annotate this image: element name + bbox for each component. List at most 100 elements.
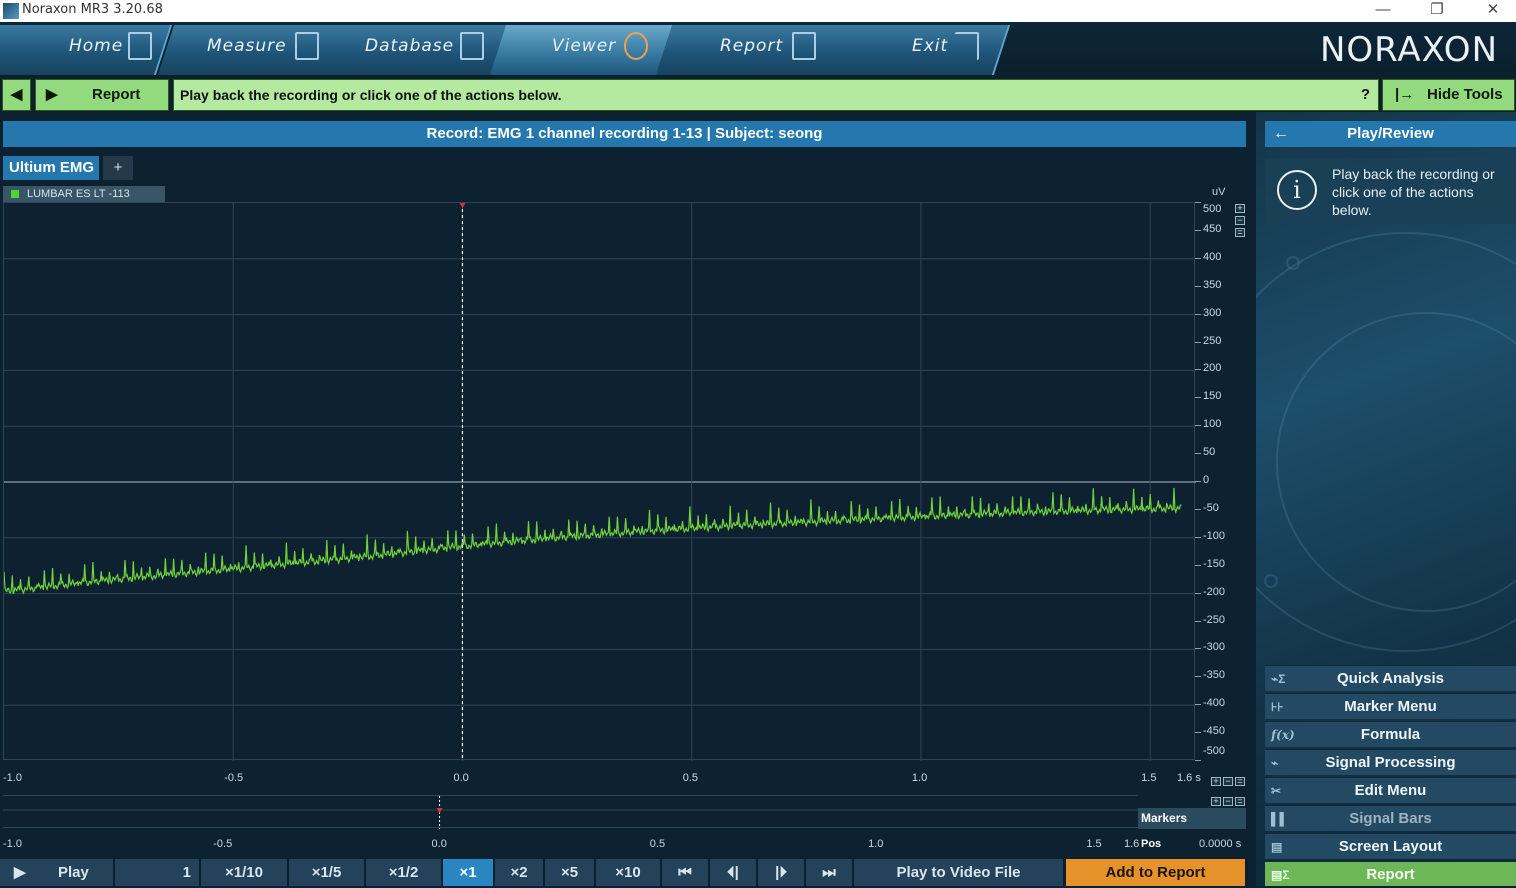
y-tick-mark (1195, 257, 1201, 259)
y-tick-mark (1195, 481, 1201, 482)
step-forward-icon[interactable]: |⏵ (758, 859, 805, 886)
channel-label[interactable]: LUMBAR ES LT -113 (3, 186, 165, 202)
y-tick-label: -450 (1203, 725, 1226, 738)
speed-1x-button[interactable]: ×1 (443, 859, 494, 886)
emg-signal-line (4, 487, 1182, 595)
marker-x-end-label: 1.6 (1124, 838, 1140, 850)
speed-10x-button[interactable]: ×10 (596, 859, 661, 886)
y-tick-mark (1195, 648, 1201, 650)
y-tick-label: -250 (1203, 613, 1226, 626)
nav-label-database: Database (365, 36, 455, 56)
play-label: Play (58, 864, 89, 881)
play-button[interactable]: ▶ Play (0, 859, 114, 886)
minimize-button[interactable]: — (1360, 0, 1406, 22)
info-box: i Play back the recording or click one o… (1265, 158, 1516, 224)
signal-bars-button[interactable]: ▌▌ Signal Bars (1265, 805, 1516, 831)
window-title: Noraxon MR3 3.20.68 (22, 2, 163, 17)
nav-label-viewer: Viewer (552, 36, 617, 56)
restore-button[interactable]: ❐ (1414, 0, 1460, 22)
exit-icon (955, 32, 979, 60)
frame-counter[interactable]: 1 (115, 859, 200, 886)
back-arrow-icon[interactable]: ← (1273, 121, 1289, 147)
x-end-label: 1.6 s (1177, 772, 1201, 784)
tab-ultium-emg[interactable]: Ultium EMG (3, 156, 99, 180)
y-tick-label: -200 (1203, 585, 1226, 598)
y-tick-mark (1195, 732, 1201, 734)
report-action-icon: ▤Σ (1271, 868, 1290, 882)
y-tick-mark (1195, 229, 1201, 231)
measure-icon (295, 32, 319, 60)
screen-layout-label: Screen Layout (1338, 838, 1443, 855)
y-zoom-in-button[interactable]: + (1235, 204, 1245, 213)
report-step-label: Report (92, 86, 141, 103)
edit-menu-label: Edit Menu (1354, 782, 1427, 799)
previous-step-button[interactable]: ◀ (2, 79, 31, 111)
emg-plot-area[interactable] (3, 202, 1196, 761)
y-tick-label: 0 (1203, 474, 1210, 486)
y-tick-mark (1195, 369, 1201, 371)
x-tick-label: -1.0 (3, 772, 22, 784)
step-back-icon[interactable]: ⏴| (710, 859, 757, 886)
y-zoom-fit-button[interactable]: = (1235, 228, 1245, 237)
quick-analysis-icon: ⌁Σ (1271, 672, 1286, 686)
marker-timeline[interactable] (3, 795, 1138, 829)
quick-analysis-button[interactable]: ⌁Σ Quick Analysis (1265, 665, 1516, 691)
y-zoom-out-button[interactable]: − (1235, 216, 1245, 225)
signal-processing-label: Signal Processing (1325, 754, 1456, 771)
y-axis-unit: uV (1212, 186, 1226, 198)
hide-tools-button[interactable]: |→ Hide Tools (1382, 79, 1515, 111)
marker-zoom-fit-button[interactable]: = (1235, 797, 1245, 806)
hide-tools-icon: |→ (1395, 86, 1415, 103)
app-logo-icon (3, 3, 19, 19)
speed-2x-button[interactable]: ×2 (495, 859, 544, 886)
y-tick-mark (1195, 620, 1201, 622)
speed-5x-button[interactable]: ×5 (545, 859, 595, 886)
marker-x-axis: Pos 0.0000 s -1.0 -0.5 0.0 0.5 1.0 1.5 1.6 (3, 838, 1243, 854)
x-zoom-out-button[interactable]: − (1223, 777, 1233, 786)
x-tick-label: 0.5 (682, 772, 698, 784)
marker-zoom-in-button[interactable]: + (1211, 797, 1221, 806)
skip-to-start-icon[interactable]: ⏮ (662, 859, 709, 886)
close-button[interactable]: ✕ (1470, 0, 1516, 22)
y-tick-label: -400 (1203, 697, 1226, 710)
marker-menu-button[interactable]: ⊦⊦ Marker Menu (1265, 693, 1516, 719)
signal-processing-button[interactable]: ⌁ Signal Processing (1265, 749, 1516, 775)
y-tick-mark (1195, 760, 1201, 761)
channel-name: LUMBAR ES LT -113 (27, 188, 130, 200)
add-tab-button[interactable]: + (103, 156, 133, 180)
x-zoom-fit-button[interactable]: = (1235, 777, 1245, 786)
x-zoom-in-button[interactable]: + (1211, 777, 1221, 786)
y-tick-label: 500 (1203, 203, 1222, 215)
y-tick-label: -50 (1203, 501, 1219, 514)
help-button[interactable]: ? (1361, 80, 1370, 110)
report-step-button[interactable]: ▶ Report (35, 79, 169, 111)
y-tick-label: -100 (1203, 529, 1226, 542)
brand-logo: NORAXON (1319, 30, 1498, 70)
report-button[interactable]: ▤Σ Report (1265, 861, 1516, 886)
edit-menu-button[interactable]: ✂ Edit Menu (1265, 777, 1516, 803)
speed-1-5-button[interactable]: ×1/5 (289, 859, 365, 886)
panel-title-text: Play/Review (1347, 125, 1434, 142)
position-label: Pos (1141, 838, 1162, 850)
marker-timeline-svg (3, 796, 1138, 829)
y-tick-label: 150 (1203, 390, 1222, 403)
speed-1-10-button[interactable]: ×1/10 (201, 859, 288, 886)
speed-1-2-button[interactable]: ×1/2 (366, 859, 442, 886)
formula-button[interactable]: f(x) Formula (1265, 721, 1516, 747)
y-tick-label: 450 (1203, 222, 1222, 235)
next-step-icon: ▶ (46, 86, 58, 103)
play-to-video-button[interactable]: Play to Video File (854, 859, 1064, 886)
add-to-report-button[interactable]: Add to Report (1066, 859, 1246, 886)
record-title: Record: EMG 1 channel recording 1-13 | S… (3, 121, 1246, 147)
x-tick-label: 0.0 (453, 772, 469, 784)
y-tick-label: -300 (1203, 641, 1226, 654)
skip-to-end-icon[interactable]: ⏭ (806, 859, 853, 886)
screen-layout-button[interactable]: ▤ Screen Layout (1265, 833, 1516, 859)
signal-bars-label: Signal Bars (1349, 810, 1432, 827)
marker-zoom-out-button[interactable]: − (1223, 797, 1233, 806)
nav-label-measure: Measure (207, 36, 287, 56)
main-navigation: Home Measure Database Viewer Report Exit… (0, 22, 1516, 78)
report-action-label: Report (1366, 866, 1415, 883)
playback-bar: ▶ Play 1 ×1/10 ×1/5 ×1/2 ×1 ×2 ×5 ×10 ⏮ … (0, 859, 1248, 886)
instruction-banner: Play back the recording or click one of … (173, 79, 1379, 111)
